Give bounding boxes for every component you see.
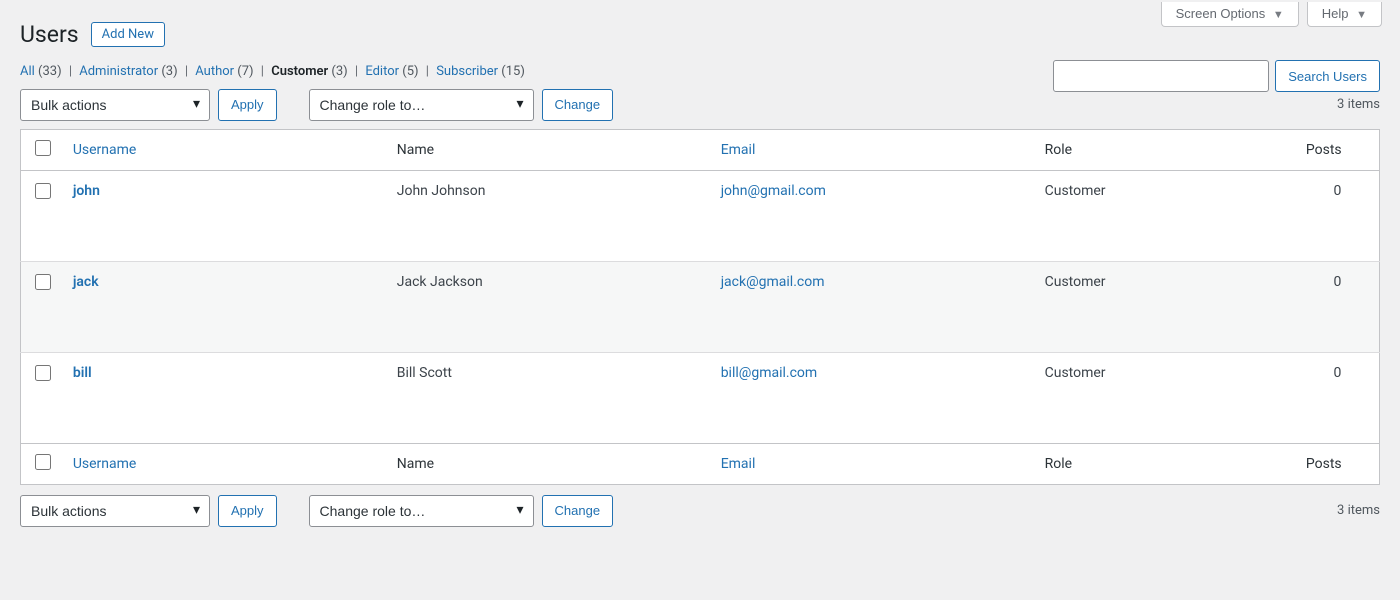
col-header-role: Role — [1035, 129, 1296, 170]
items-count-bottom: 3 items — [1337, 503, 1380, 518]
row-checkbox[interactable] — [35, 183, 51, 199]
filter-customer[interactable]: Customer (3) — [271, 64, 348, 79]
bulk-actions-select-bottom[interactable]: Bulk actions — [20, 495, 210, 527]
col-footer-email[interactable]: Email — [711, 443, 1035, 484]
apply-bulk-button-bottom[interactable]: Apply — [218, 495, 277, 527]
change-role-button-bottom[interactable]: Change — [542, 495, 614, 527]
username-link[interactable]: john — [73, 183, 100, 199]
select-all-top[interactable] — [35, 140, 51, 156]
table-row: bill Bill Scott bill@gmail.com Customer0 — [21, 352, 1380, 443]
user-role: Customer — [1035, 261, 1296, 352]
email-link[interactable]: john@gmail.com — [721, 183, 826, 199]
users-table: Username Name Email Role Posts john John … — [20, 129, 1380, 485]
user-name: John Johnson — [387, 170, 711, 261]
user-role: Customer — [1035, 352, 1296, 443]
chevron-down-icon: ▼ — [1273, 9, 1284, 21]
screen-options-label: Screen Options — [1176, 6, 1266, 21]
page-title: Users — [20, 20, 79, 50]
row-checkbox[interactable] — [35, 274, 51, 290]
username-link[interactable]: bill — [73, 365, 92, 381]
table-row: jack Jack Jackson jack@gmail.com Customer0 — [21, 261, 1380, 352]
col-footer-role: Role — [1035, 443, 1296, 484]
email-link[interactable]: bill@gmail.com — [721, 365, 818, 381]
filter-author[interactable]: Author (7) — [195, 64, 253, 79]
email-link[interactable]: jack@gmail.com — [721, 274, 825, 290]
user-posts: 0 — [1296, 352, 1380, 443]
help-label: Help — [1322, 6, 1349, 21]
items-count-top: 3 items — [1337, 97, 1380, 112]
col-header-name: Name — [387, 129, 711, 170]
bulk-actions-select[interactable]: Bulk actions — [20, 89, 210, 121]
filter-all[interactable]: All (33) — [20, 64, 62, 79]
filter-administrator[interactable]: Administrator (3) — [79, 64, 177, 79]
table-row: john John Johnson john@gmail.com Customer0 — [21, 170, 1380, 261]
col-header-posts: Posts — [1296, 129, 1380, 170]
select-all-bottom[interactable] — [35, 454, 51, 470]
filter-subscriber[interactable]: Subscriber (15) — [436, 64, 525, 79]
search-users-button[interactable]: Search Users — [1275, 60, 1380, 92]
change-role-select-bottom[interactable]: Change role to… — [309, 495, 534, 527]
col-footer-username[interactable]: Username — [63, 443, 387, 484]
apply-bulk-button[interactable]: Apply — [218, 89, 277, 121]
col-header-username[interactable]: Username — [63, 129, 387, 170]
add-new-button[interactable]: Add New — [91, 22, 165, 47]
col-footer-posts: Posts — [1296, 443, 1380, 484]
col-header-email[interactable]: Email — [711, 129, 1035, 170]
search-users-input[interactable] — [1053, 60, 1269, 92]
screen-options-button[interactable]: Screen Options ▼ — [1161, 2, 1299, 27]
user-name: Bill Scott — [387, 352, 711, 443]
user-posts: 0 — [1296, 170, 1380, 261]
user-name: Jack Jackson — [387, 261, 711, 352]
chevron-down-icon: ▼ — [1356, 9, 1367, 21]
filter-editor[interactable]: Editor (5) — [365, 64, 418, 79]
user-role: Customer — [1035, 170, 1296, 261]
change-role-select[interactable]: Change role to… — [309, 89, 534, 121]
col-footer-name: Name — [387, 443, 711, 484]
help-button[interactable]: Help ▼ — [1307, 2, 1382, 27]
username-link[interactable]: jack — [73, 274, 99, 290]
change-role-button[interactable]: Change — [542, 89, 614, 121]
row-checkbox[interactable] — [35, 365, 51, 381]
user-posts: 0 — [1296, 261, 1380, 352]
